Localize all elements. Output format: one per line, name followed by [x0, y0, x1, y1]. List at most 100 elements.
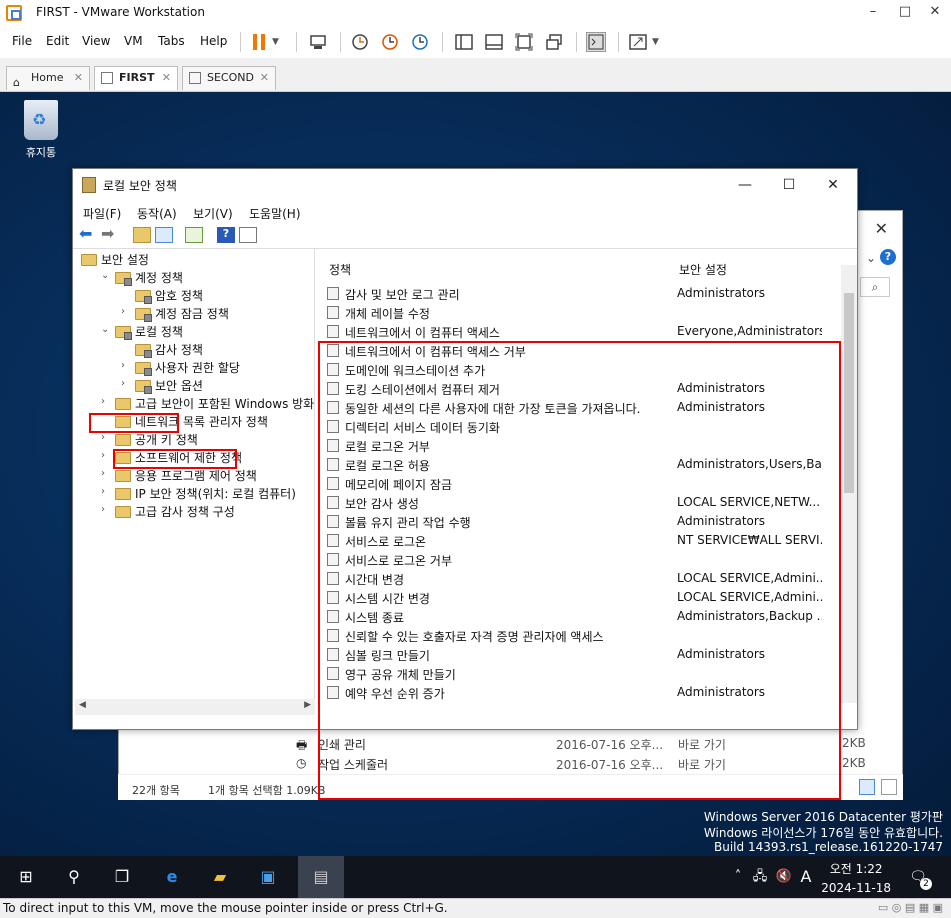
chevron-down-icon[interactable]: ⌄: [101, 270, 109, 281]
device-status-icons[interactable]: ▭ ◎ ▤ ▦ ▣: [878, 901, 943, 914]
recycle-bin[interactable]: 휴지통: [18, 100, 64, 160]
tree-item-label: 공개 키 정책: [135, 433, 198, 447]
properties-icon[interactable]: [239, 227, 257, 243]
ime-indicator[interactable]: A: [792, 864, 820, 890]
menu-view[interactable]: 보기(V): [193, 205, 233, 222]
back-icon[interactable]: ⬅: [79, 226, 97, 243]
minimize-button[interactable]: —: [725, 173, 765, 197]
tab-second[interactable]: SECOND ✕: [182, 66, 276, 90]
menu-file[interactable]: File: [12, 34, 32, 48]
menu-help[interactable]: 도움말(H): [249, 205, 301, 222]
watermark-build: Build 14393.rs1_release.161220-1747: [714, 840, 943, 854]
full-screen-icon[interactable]: [514, 32, 534, 52]
start-icon[interactable]: ⊞: [12, 864, 40, 890]
security-policy-icon: [82, 177, 96, 193]
minimize-button[interactable]: –: [859, 2, 887, 22]
pause-icon[interactable]: [250, 32, 270, 52]
tab-close-icon[interactable]: ✕: [260, 67, 269, 89]
send-ctrl-alt-del-icon[interactable]: [308, 32, 328, 52]
console-view-icon[interactable]: [586, 32, 606, 52]
highlight-policy-list: [318, 341, 841, 800]
tree-item[interactable]: 보안 설정: [81, 251, 149, 269]
task-view-icon[interactable]: ❐: [108, 864, 136, 890]
tree-item[interactable]: 암호 정책: [135, 287, 203, 305]
help-icon[interactable]: ?: [880, 249, 896, 265]
chevron-right-icon[interactable]: ›: [101, 486, 105, 497]
tree-item[interactable]: › 계정 잠금 정책: [121, 305, 229, 323]
column-header-setting[interactable]: 보안 설정: [679, 261, 727, 278]
menu-tabs[interactable]: Tabs: [158, 34, 185, 48]
show-hide-tree-icon[interactable]: [155, 227, 173, 243]
show-library-icon[interactable]: [454, 32, 474, 52]
chevron-right-icon[interactable]: ›: [101, 468, 105, 479]
local-security-policy-taskbar-icon[interactable]: ▤: [298, 856, 344, 898]
server-manager-icon[interactable]: ▣: [254, 864, 282, 890]
chevron-down-icon[interactable]: ⌄: [866, 251, 876, 265]
pause-dropdown-icon[interactable]: ▼: [272, 32, 292, 52]
stretch-guest-icon[interactable]: [628, 32, 648, 52]
stretch-dropdown-icon[interactable]: ▼: [652, 32, 672, 52]
tab-first[interactable]: FIRST ✕: [94, 66, 178, 90]
tree-horizontal-scrollbar[interactable]: ◀ ▶: [75, 699, 315, 715]
forward-icon[interactable]: ➡: [101, 226, 119, 243]
tree-item[interactable]: › 공개 키 정책: [101, 431, 198, 449]
revert-snapshot-icon[interactable]: [380, 32, 400, 52]
snapshot-icon[interactable]: [350, 32, 370, 52]
tree-item[interactable]: › 고급 감사 정책 구성: [101, 503, 235, 521]
chevron-right-icon[interactable]: ›: [101, 450, 105, 461]
search-icon[interactable]: ⌕: [860, 277, 890, 297]
internet-explorer-icon[interactable]: e: [158, 864, 186, 890]
thumbnail-bar-icon[interactable]: [484, 32, 504, 52]
file-explorer-icon[interactable]: ▰: [206, 864, 234, 890]
chevron-right-icon[interactable]: ›: [101, 432, 105, 443]
tab-home[interactable]: ⌂ Home ✕: [6, 66, 90, 90]
tab-close-icon[interactable]: ✕: [74, 67, 83, 89]
maximize-button[interactable]: □: [891, 2, 919, 22]
chevron-right-icon[interactable]: ›: [121, 360, 125, 371]
menu-vm[interactable]: VM: [124, 34, 143, 48]
export-list-icon[interactable]: [185, 227, 203, 243]
tab-close-icon[interactable]: ✕: [162, 67, 171, 89]
clock[interactable]: 오전 1:22 2024-11-18: [821, 860, 891, 895]
large-icons-view-icon[interactable]: [881, 779, 897, 795]
tree-item[interactable]: › 보안 옵션: [121, 377, 203, 395]
tree-item[interactable]: › IP 보안 정책(위치: 로컬 컴퓨터): [101, 485, 296, 503]
tree-item[interactable]: › 응용 프로그램 제어 정책: [101, 467, 257, 485]
close-button[interactable]: ✕: [813, 173, 853, 197]
vm-tab-bar: ⌂ Home ✕ FIRST ✕ SECOND ✕: [0, 58, 951, 92]
tree-item[interactable]: › 고급 보안이 포함된 Windows 방화벽: [101, 395, 314, 413]
tree-item-label: 보안 설정: [101, 253, 149, 267]
list-item[interactable]: 개체 레이블 수정: [327, 304, 827, 323]
menu-action[interactable]: 동작(A): [137, 205, 177, 222]
details-view-icon[interactable]: [859, 779, 875, 795]
tree-item[interactable]: 감사 정책: [135, 341, 203, 359]
list-item[interactable]: 감사 및 보안 로그 관리 Administrators: [327, 285, 827, 304]
column-header-policy[interactable]: 정책: [329, 261, 351, 278]
menu-help[interactable]: Help: [200, 34, 227, 48]
chevron-right-icon[interactable]: ›: [101, 396, 105, 407]
snapshot-manager-icon[interactable]: [410, 32, 430, 52]
chevron-right-icon[interactable]: ›: [101, 504, 105, 515]
folder-icon: [81, 254, 97, 266]
help-icon[interactable]: ?: [217, 227, 235, 243]
tree-item[interactable]: ⌄ 계정 정책: [101, 269, 183, 287]
menu-file[interactable]: 파일(F): [83, 205, 121, 222]
policy-setting: Everyone,Administrators...: [677, 324, 822, 338]
guest-desktop[interactable]: 휴지통 ✕ ⌄ ? ⌕ 🖶 인쇄 관리 2016-07-16 오후... 바로 …: [0, 92, 951, 856]
policy-list-scrollbar[interactable]: [841, 265, 857, 703]
menu-view[interactable]: View: [82, 34, 110, 48]
tree-item[interactable]: ⌄ 로컬 정책: [101, 323, 183, 341]
chevron-right-icon[interactable]: ›: [121, 378, 125, 389]
close-button[interactable]: ✕: [921, 2, 949, 22]
chevron-right-icon[interactable]: ›: [121, 306, 125, 317]
local-security-policy-window[interactable]: 로컬 보안 정책 — ☐ ✕ 파일(F) 동작(A) 보기(V) 도움말(H) …: [72, 168, 858, 800]
chevron-down-icon[interactable]: ⌄: [101, 324, 109, 335]
menu-edit[interactable]: Edit: [46, 34, 69, 48]
close-icon[interactable]: ✕: [875, 219, 888, 238]
tree-item[interactable]: › 사용자 권한 할당: [121, 359, 240, 377]
unity-icon[interactable]: [544, 32, 564, 52]
search-icon[interactable]: ⚲: [60, 864, 88, 890]
maximize-button[interactable]: ☐: [769, 173, 809, 197]
list-item[interactable]: 네트워크에서 이 컴퓨터 액세스 Everyone,Administrators.…: [327, 323, 827, 342]
up-folder-icon[interactable]: [133, 227, 151, 243]
